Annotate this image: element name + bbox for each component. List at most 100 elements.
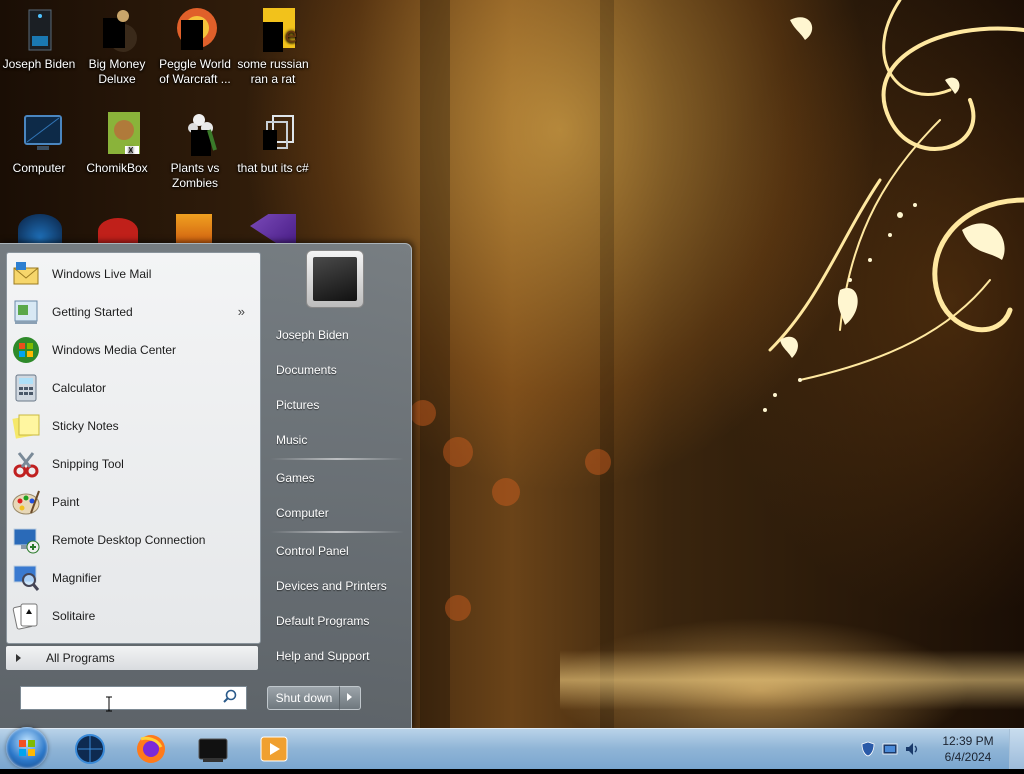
- network-icon[interactable]: [882, 741, 898, 757]
- document-icon: e: [249, 6, 297, 54]
- windows-logo-icon: [19, 740, 35, 756]
- right-item-games[interactable]: Games: [268, 463, 404, 493]
- taskbar-globe-button[interactable]: [66, 731, 114, 767]
- search-input[interactable]: [20, 686, 247, 710]
- system-tray: 12:39 PM 6/4/2024: [854, 729, 1024, 769]
- desktop-icon-label: Big Money Deluxe: [88, 57, 146, 86]
- submenu-arrow-icon[interactable]: »: [238, 304, 245, 319]
- taskbar: 12:39 PM 6/4/2024: [0, 727, 1024, 769]
- desktop-icon-csharp[interactable]: that but its c#: [234, 110, 312, 176]
- program-label: Magnifier: [52, 571, 102, 585]
- program-item-snipping-tool[interactable]: Snipping Tool: [11, 446, 255, 482]
- wallpaper-streak: [420, 0, 450, 728]
- wallpaper-orb: [445, 595, 471, 621]
- desktop-icon-peggle[interactable]: Peggle World of Warcraft ...: [156, 6, 234, 87]
- right-item-devices-printers[interactable]: Devices and Printers: [268, 571, 404, 601]
- folder-icon[interactable]: [176, 214, 212, 244]
- desktop-icon-label: Peggle World of Warcraft ...: [159, 57, 231, 86]
- globe-icon[interactable]: [18, 214, 62, 244]
- right-item-computer[interactable]: Computer: [268, 498, 404, 528]
- right-item-default-programs[interactable]: Default Programs: [268, 606, 404, 636]
- svg-text:X: X: [128, 146, 134, 155]
- right-item-pictures[interactable]: Pictures: [268, 390, 404, 420]
- program-label: Snipping Tool: [52, 457, 124, 471]
- user-picture[interactable]: [306, 250, 364, 308]
- desktop-icon-label: some russian ran a rat: [237, 57, 309, 86]
- program-label: Windows Live Mail: [52, 267, 152, 281]
- program-label: Windows Media Center: [52, 343, 177, 357]
- program-item-windows-live-mail[interactable]: Windows Live Mail: [11, 256, 255, 292]
- desktop-icon-plants-vs-zombies[interactable]: Plants vs Zombies: [156, 110, 234, 191]
- wallpaper-orb: [492, 478, 520, 506]
- program-label: Calculator: [52, 381, 107, 395]
- desktop-icon-chomikbox[interactable]: X ChomikBox: [78, 110, 156, 176]
- scissors-icon: [11, 449, 41, 479]
- desktop-icon-computer[interactable]: Computer: [0, 110, 78, 176]
- program-item-paint[interactable]: Paint: [11, 484, 255, 520]
- wallpaper-orb: [410, 400, 436, 426]
- program-item-remote-desktop[interactable]: Remote Desktop Connection: [11, 522, 255, 558]
- program-item-windows-media-center[interactable]: Windows Media Center: [11, 332, 255, 368]
- peggle-icon: [171, 6, 219, 54]
- program-item-sticky-notes[interactable]: Sticky Notes: [11, 408, 255, 444]
- taskbar-firefox-button[interactable]: [127, 731, 175, 767]
- volume-icon[interactable]: [904, 741, 920, 757]
- sticky-notes-icon: [11, 411, 41, 441]
- program-label: Solitaire: [52, 609, 96, 623]
- all-programs-label: All Programs: [46, 651, 115, 665]
- palette-icon: [11, 487, 41, 517]
- taskbar-media-player-button[interactable]: [250, 731, 298, 767]
- desktop-icon-big-money[interactable]: Big Money Deluxe: [78, 6, 156, 87]
- right-item-control-panel[interactable]: Control Panel: [268, 536, 404, 566]
- program-label: Remote Desktop Connection: [52, 533, 206, 547]
- right-item-user[interactable]: Joseph Biden: [268, 320, 404, 350]
- right-item-music[interactable]: Music: [268, 425, 404, 455]
- start-menu: Windows Live Mail Getting Started » Wind…: [0, 243, 412, 730]
- clock-time: 12:39 PM: [942, 734, 994, 748]
- program-item-magnifier[interactable]: Magnifier: [11, 560, 255, 596]
- triangle-right-icon: [347, 693, 352, 701]
- globe-icon: [75, 734, 105, 764]
- pc-tower-icon: [15, 6, 63, 54]
- user-avatar: [313, 257, 357, 301]
- desktop-icon-user[interactable]: Joseph Biden: [0, 6, 78, 72]
- clock[interactable]: 12:39 PM 6/4/2024: [938, 733, 998, 765]
- separator: [270, 458, 404, 460]
- wallpaper-orb: [443, 437, 473, 467]
- shield-icon[interactable]: [860, 741, 876, 757]
- right-item-help-support[interactable]: Help and Support: [268, 641, 404, 671]
- program-label: Sticky Notes: [52, 419, 119, 433]
- monitor-icon: [15, 110, 63, 158]
- wallpaper-swirl: [763, 0, 1024, 412]
- search-icon[interactable]: [222, 689, 238, 705]
- cards-icon: [11, 601, 41, 631]
- desktop-icon-label: Plants vs Zombies: [170, 161, 220, 190]
- media-center-icon: [11, 335, 41, 365]
- desktop-icon-label: Joseph Biden: [2, 57, 76, 71]
- wallpaper-streak: [600, 0, 614, 728]
- visual-studio-icon[interactable]: [250, 214, 296, 244]
- desktop-icon-russian-rat[interactable]: e some russian ran a rat: [234, 6, 312, 87]
- svg-text:e: e: [285, 23, 297, 47]
- taskbar-media-center-button[interactable]: [189, 731, 237, 767]
- program-label: Getting Started: [52, 305, 133, 319]
- program-item-getting-started[interactable]: Getting Started »: [11, 294, 255, 330]
- separator: [270, 531, 404, 533]
- wallpaper-glow: [560, 650, 1024, 710]
- right-item-documents[interactable]: Documents: [268, 355, 404, 385]
- mail-icon: [11, 259, 41, 289]
- hamster-box-icon: X: [93, 110, 141, 158]
- text-cursor-icon: [106, 696, 112, 712]
- desktop-icon-label: that but its c#: [237, 161, 309, 175]
- shutdown-options-button[interactable]: [339, 686, 361, 710]
- show-desktop-button[interactable]: [1009, 729, 1024, 769]
- app-icon[interactable]: [98, 218, 138, 244]
- program-item-solitaire[interactable]: Solitaire: [11, 598, 255, 634]
- all-programs-button[interactable]: All Programs: [6, 646, 258, 670]
- magnifier-icon: [11, 563, 41, 593]
- program-item-calculator[interactable]: Calculator: [11, 370, 255, 406]
- money-bag-icon: [93, 6, 141, 54]
- remote-desktop-icon: [11, 525, 41, 555]
- start-button[interactable]: [6, 727, 48, 769]
- shutdown-button[interactable]: Shut down: [267, 686, 341, 710]
